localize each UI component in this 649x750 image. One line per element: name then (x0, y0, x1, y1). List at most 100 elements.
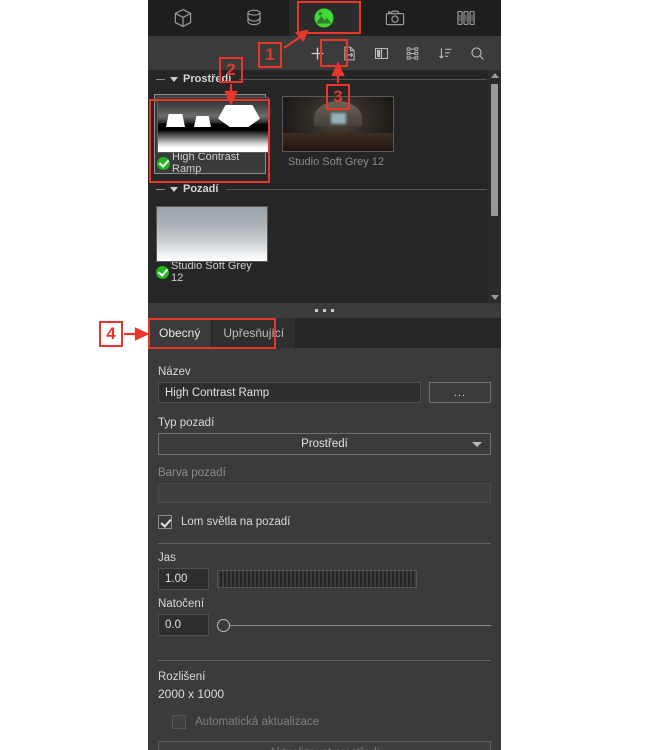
tab-materials[interactable] (219, 0, 290, 36)
grip-dot (331, 309, 334, 312)
checkmark-icon (156, 265, 169, 279)
split-view-icon (374, 47, 388, 59)
group-dash (156, 78, 165, 80)
tile-frame: Studio Soft Grey 12 (280, 94, 394, 172)
grip-dot (323, 309, 326, 312)
asset-browser[interactable]: Prostředí High Contrast Ramp Studio Soft… (148, 70, 501, 303)
resolution-value: 2000 x 1000 (158, 687, 225, 701)
divider (158, 543, 491, 544)
rotation-input[interactable]: 0.0 (158, 614, 209, 636)
asset-label: High Contrast Ramp (172, 151, 240, 175)
name-browse-button[interactable]: ... (429, 382, 491, 403)
refraction-row[interactable]: Lom světla na pozadí (158, 515, 491, 529)
lamp-shape (194, 116, 211, 127)
triangle-down-icon (490, 295, 499, 300)
screenshot-root: Prostředí High Contrast Ramp Studio Soft… (0, 0, 649, 750)
background-type-select[interactable]: Prostředí (158, 433, 491, 455)
group-header-environment[interactable]: Prostředí (148, 70, 501, 88)
refraction-label: Lom světla na pozadí (181, 516, 291, 528)
export-file-icon (343, 46, 355, 60)
material-bucket-icon (247, 9, 261, 26)
asset-caption: Studio Soft Grey 12 (282, 152, 390, 170)
slider-knob[interactable] (217, 618, 230, 632)
panorama-preview (283, 97, 393, 151)
scroll-down-button[interactable] (488, 292, 501, 303)
update-environment-button: Aktualizovat prostředí (158, 741, 491, 750)
slider-track (225, 624, 491, 626)
resolution-label: Rozlišení (158, 671, 206, 683)
tile-frame: Studio Soft Grey 12 (154, 204, 268, 284)
lamp-shape (166, 114, 185, 127)
asset-tile-bile[interactable]: Studio Soft Grey 12 (280, 94, 394, 174)
property-form: Název High Contrast Ramp ... Typ pozadí … (148, 348, 501, 750)
sort-button[interactable] (429, 39, 461, 67)
rotation-row: 0.0 (158, 614, 491, 636)
panorama-floor (283, 132, 393, 151)
add-button[interactable] (301, 39, 333, 67)
background-color-swatch[interactable] (158, 483, 491, 503)
tab-label: Upřesňující (223, 326, 285, 340)
name-label: Název (158, 366, 191, 378)
sort-icon (438, 47, 452, 58)
asset-tile-studio-soft-grey-12[interactable]: Studio Soft Grey 12 (154, 204, 268, 284)
group-title: Pozadí (183, 183, 219, 195)
search-icon (470, 46, 484, 60)
scrollbar-thumb[interactable] (491, 84, 498, 216)
asset-thumbnail (156, 206, 268, 262)
asset-caption: High Contrast Ramp (157, 151, 263, 175)
environment-sphere-icon (314, 8, 334, 28)
browser-scrollbar[interactable] (488, 70, 501, 303)
tab-scene[interactable] (148, 0, 219, 36)
brightness-jog-slider[interactable] (217, 570, 417, 588)
tab-label: Obecný (159, 326, 201, 340)
tab-layers[interactable] (430, 0, 501, 36)
grid-tree-button[interactable] (397, 39, 429, 67)
tab-environment[interactable] (289, 0, 360, 36)
auto-update-checkbox (172, 715, 186, 729)
search-button[interactable] (461, 39, 493, 67)
checkmark-icon (157, 156, 170, 170)
export-button[interactable] (333, 39, 365, 67)
grip-dot (315, 309, 318, 312)
asset-caption: Studio Soft Grey 12 (156, 260, 264, 284)
background-type-label: Typ pozadí (158, 417, 215, 429)
tab-upresnujici[interactable]: Upřesňující (212, 318, 297, 348)
asset-label: Studio Soft Grey 12 (171, 260, 252, 284)
asset-thumbnail (282, 96, 394, 152)
panel-splitter[interactable] (148, 303, 501, 318)
auto-update-row: Automatická aktualizace (158, 715, 491, 729)
scroll-up-button[interactable] (488, 70, 501, 81)
rotation-slider[interactable] (217, 616, 491, 634)
soft-grey-preview (157, 207, 267, 261)
divider (158, 660, 491, 661)
background-type-value: Prostředí (301, 438, 348, 450)
chevron-down-icon[interactable] (170, 186, 178, 192)
tab-obecny[interactable]: Obecný (148, 318, 213, 348)
tile-frame: High Contrast Ramp (154, 94, 269, 175)
chevron-down-icon[interactable] (170, 76, 178, 82)
group-rule (239, 78, 487, 80)
brightness-input[interactable]: 1.00 (158, 568, 209, 590)
name-input[interactable]: High Contrast Ramp (158, 382, 421, 403)
arrow-head-4 (134, 327, 150, 341)
group-title: Prostředí (183, 73, 232, 85)
rotation-label: Natočení (158, 598, 205, 610)
tab-cameras[interactable] (360, 0, 431, 36)
background-color-label: Barva pozadí (158, 467, 226, 479)
annotation-marker-4: 4 (99, 321, 123, 347)
browser-toolbar (148, 36, 501, 70)
annotation-number: 4 (106, 324, 116, 343)
add-icon (311, 47, 323, 59)
layers-icon (457, 10, 475, 26)
asset-thumbnail (157, 97, 269, 153)
split-view-button[interactable] (365, 39, 397, 67)
asset-label: Studio Soft Grey 12 (288, 156, 384, 168)
tile-grid-background: Studio Soft Grey 12 (148, 198, 501, 284)
camera-icon (385, 10, 405, 26)
auto-update-label: Automatická aktualizace (195, 716, 320, 728)
asset-tile-high-contrast-ramp[interactable]: High Contrast Ramp (154, 94, 269, 175)
main-tab-bar (148, 0, 501, 36)
refraction-checkbox[interactable] (158, 515, 172, 529)
group-header-background[interactable]: Pozadí (148, 180, 501, 198)
environment-panel: Prostředí High Contrast Ramp Studio Soft… (148, 0, 501, 750)
